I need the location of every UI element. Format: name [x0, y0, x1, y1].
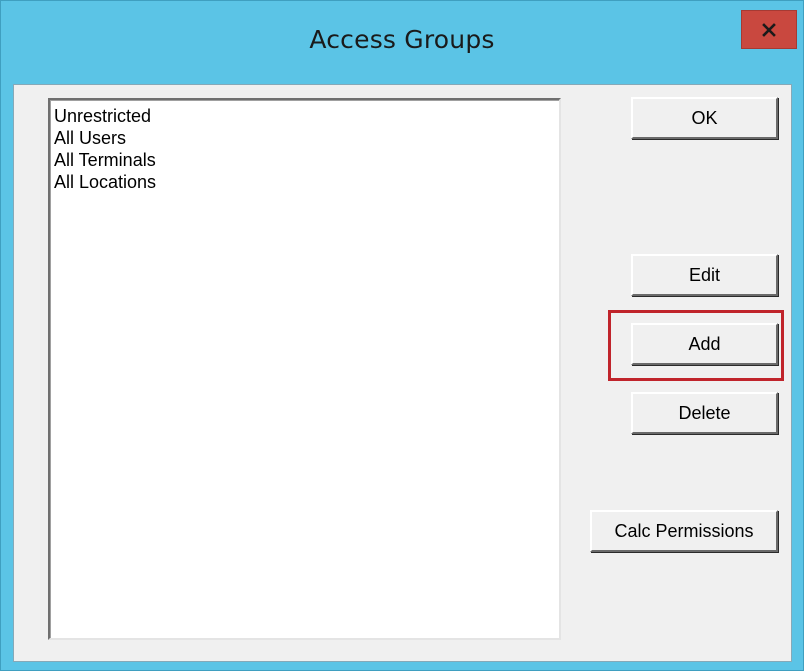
- calc-permissions-button[interactable]: Calc Permissions: [590, 510, 778, 552]
- list-item-all-users[interactable]: All Users: [54, 127, 559, 149]
- access-groups-window: Access Groups Unrestricted All Users All…: [0, 0, 804, 671]
- dialog-client-area: Unrestricted All Users All Terminals All…: [13, 84, 792, 662]
- close-x-icon: [762, 22, 776, 37]
- window-title: Access Groups: [309, 25, 495, 54]
- edit-button[interactable]: Edit: [631, 254, 778, 296]
- ok-button[interactable]: OK: [631, 97, 778, 139]
- add-button[interactable]: Add: [631, 323, 778, 365]
- access-groups-list[interactable]: Unrestricted All Users All Terminals All…: [48, 98, 561, 640]
- delete-button[interactable]: Delete: [631, 392, 778, 434]
- list-item-all-terminals[interactable]: All Terminals: [54, 149, 559, 171]
- list-item-unrestricted[interactable]: Unrestricted: [54, 105, 559, 127]
- list-item-all-locations[interactable]: All Locations: [54, 171, 559, 193]
- title-bar[interactable]: Access Groups: [1, 1, 803, 84]
- close-button[interactable]: [741, 10, 797, 49]
